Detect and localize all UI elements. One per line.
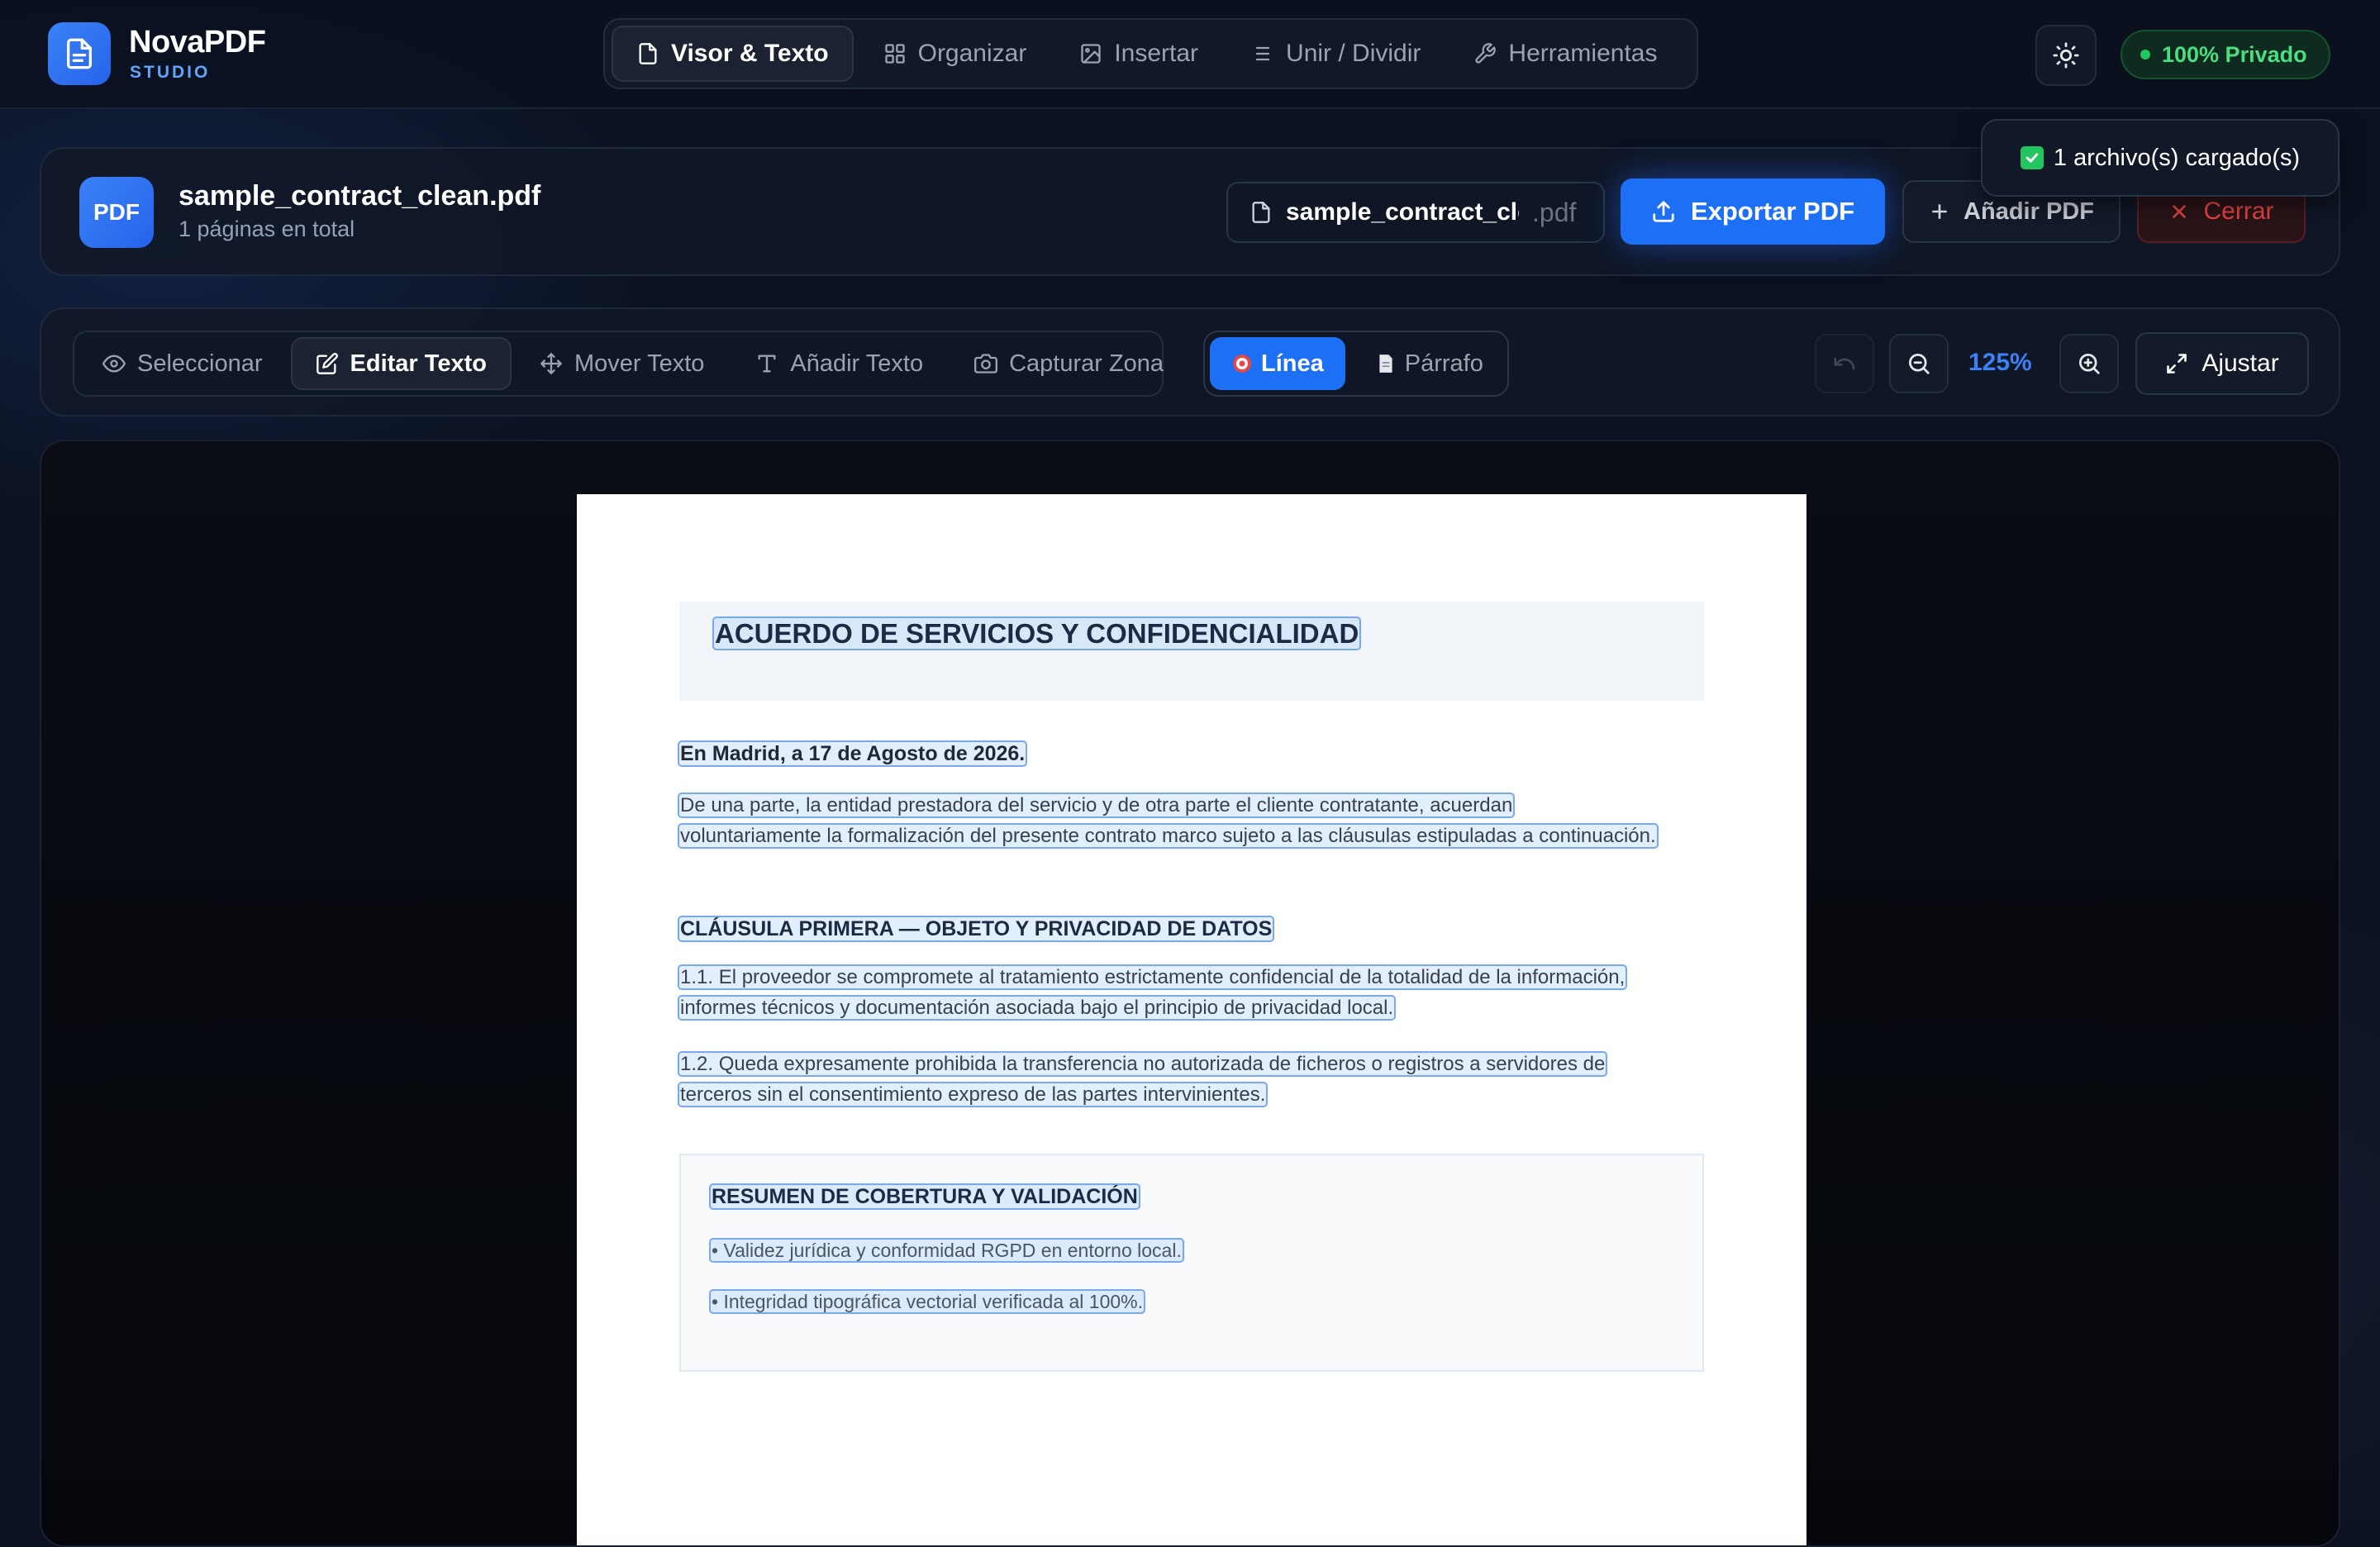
fit-label: Ajustar (2202, 350, 2279, 377)
tab-label: Unir / Dividir (1286, 40, 1421, 67)
undo-icon (1834, 357, 1855, 370)
file-extension: .pdf (1532, 197, 1577, 227)
wrench-icon (1475, 43, 1497, 64)
filename-input[interactable] (1286, 198, 1519, 226)
clause-1-2-paragraph: 1.2. Queda expresamente prohibida la tra… (677, 1049, 1712, 1110)
mode-linea[interactable]: Línea (1210, 337, 1345, 390)
expand-icon (2167, 354, 2187, 374)
type-icon (758, 355, 776, 373)
camera-icon (974, 354, 998, 374)
zoom-out-button[interactable] (1889, 334, 1949, 393)
zoom-level: 125% (1968, 349, 2032, 376)
app-logo[interactable] (48, 22, 111, 85)
text-line[interactable]: 1.1. El proveedor se compromete al trata… (677, 964, 1628, 990)
tool-label: Seleccionar (137, 350, 263, 377)
rename-field: .pdf (1226, 182, 1605, 243)
upload-notification: 1 archivo(s) cargado(s) (1981, 119, 2340, 197)
eye-icon (102, 355, 126, 373)
image-icon (1081, 44, 1101, 64)
document-header: ACUERDO DE SERVICIOS Y CONFIDENCIALIDAD (679, 602, 1704, 701)
sun-icon (2053, 42, 2079, 69)
main-tabs: Visor & Texto Organizar Insertar Unir / … (603, 18, 1698, 89)
privacy-badge: 100% Privado (2121, 30, 2330, 79)
file-icon (639, 43, 657, 64)
app-subtitle: STUDIO (130, 63, 211, 82)
mode-label: Línea (1261, 350, 1324, 377)
file-name: sample_contract_clean.pdf (178, 180, 541, 212)
zoom-in-icon (2079, 354, 2100, 374)
tool-mover-texto[interactable]: Mover Texto (516, 337, 727, 390)
tool-seleccionar[interactable]: Seleccionar (79, 337, 286, 390)
text-line[interactable]: informes técnicos y documentación asocia… (677, 995, 1397, 1021)
editor-toolbar: Seleccionar Editar Texto Mover Texto Aña… (40, 307, 2340, 416)
tab-label: Herramientas (1508, 40, 1658, 67)
theme-toggle-button[interactable] (2035, 25, 2097, 86)
export-pdf-label: Exportar PDF (1690, 197, 1855, 226)
clause-1-1-paragraph: 1.1. El proveedor se compromete al trata… (677, 962, 1712, 1023)
page-icon (1379, 355, 1392, 373)
tool-capturar-zona[interactable]: Capturar Zona (951, 337, 1187, 390)
tool-editar-texto[interactable]: Editar Texto (290, 337, 512, 390)
zoom-out-icon (1909, 354, 1930, 374)
tool-group: Seleccionar Editar Texto Mover Texto Aña… (73, 331, 1164, 397)
tool-label: Mover Texto (574, 350, 705, 377)
privacy-badge-label: 100% Privado (2162, 41, 2307, 67)
upload-icon (1653, 201, 1674, 222)
pdf-file-badge: PDF (79, 177, 154, 248)
text-line[interactable]: voluntariamente la formalización del pre… (678, 823, 1659, 849)
page-count: 1 páginas en total (178, 217, 355, 241)
edit-icon (316, 353, 338, 374)
export-pdf-button[interactable]: Exportar PDF (1621, 178, 1885, 245)
summary-box: RESUMEN DE COBERTURA Y VALIDACIÓN • Vali… (679, 1154, 1704, 1372)
tool-label: Editar Texto (350, 350, 487, 377)
move-icon (540, 353, 562, 374)
add-pdf-label: Añadir PDF (1963, 198, 2094, 225)
tab-label: Insertar (1114, 40, 1199, 67)
tab-label: Organizar (917, 40, 1027, 67)
document-title[interactable]: ACUERDO DE SERVICIOS Y CONFIDENCIALIDAD (712, 616, 1362, 650)
grid-icon (884, 44, 905, 64)
document-icon (67, 38, 93, 69)
text-line[interactable]: De una parte, la entidad prestadora del … (677, 793, 1516, 818)
mode-label: Párrafo (1404, 350, 1483, 377)
target-icon (1233, 355, 1251, 373)
app-name: NovaPDF (129, 25, 266, 60)
text-line[interactable]: 1.2. Queda expresamente prohibida la tra… (677, 1051, 1608, 1077)
tab-insertar[interactable]: Insertar (1056, 26, 1221, 82)
text-line[interactable]: terceros sin el consentimiento expreso d… (677, 1082, 1269, 1107)
tab-herramientas[interactable]: Herramientas (1450, 26, 1680, 82)
tool-label: Añadir Texto (790, 350, 924, 377)
tab-unir-dividir[interactable]: Unir / Dividir (1228, 26, 1444, 82)
close-icon (2173, 205, 2187, 218)
notification-text: 1 archivo(s) cargado(s) (2053, 144, 2301, 171)
intro-paragraph: De una parte, la entidad prestadora del … (677, 790, 1712, 851)
summary-item[interactable]: • Integridad tipográfica vectorial verif… (708, 1289, 1146, 1314)
plus-icon (1932, 204, 1947, 219)
selection-mode-toggle: Línea Párrafo (1203, 331, 1509, 397)
clause-title[interactable]: CLÁUSULA PRIMERA — OBJETO Y PRIVACIDAD D… (677, 916, 1275, 942)
pdf-page: ACUERDO DE SERVICIOS Y CONFIDENCIALIDAD … (577, 494, 1806, 1545)
zoom-in-button[interactable] (2059, 334, 2119, 393)
tool-anadir-texto[interactable]: Añadir Texto (732, 337, 946, 390)
document-date[interactable]: En Madrid, a 17 de Agosto de 2026. (677, 740, 1028, 767)
tab-label: Visor & Texto (671, 40, 829, 67)
mode-parrafo[interactable]: Párrafo (1354, 337, 1505, 390)
top-navigation-bar: NovaPDF STUDIO Visor & Texto Organizar I… (0, 0, 2380, 109)
fit-button[interactable]: Ajustar (2135, 332, 2309, 395)
tool-label: Capturar Zona (1009, 350, 1164, 377)
summary-item[interactable]: • Validez jurídica y conformidad RGPD en… (709, 1238, 1184, 1263)
file-icon (1252, 202, 1270, 223)
checkbox-checked-icon (2020, 146, 2044, 169)
close-file-label: Cerrar (2203, 198, 2274, 225)
pdf-viewer[interactable]: ACUERDO DE SERVICIOS Y CONFIDENCIALIDAD … (40, 440, 2340, 1547)
tab-organizar[interactable]: Organizar (860, 26, 1050, 82)
status-dot-icon (2140, 50, 2150, 60)
tab-visor-texto[interactable]: Visor & Texto (612, 26, 854, 82)
undo-button[interactable] (1815, 334, 1874, 393)
summary-title[interactable]: RESUMEN DE COBERTURA Y VALIDACIÓN (709, 1183, 1140, 1210)
list-icon (1255, 46, 1270, 61)
